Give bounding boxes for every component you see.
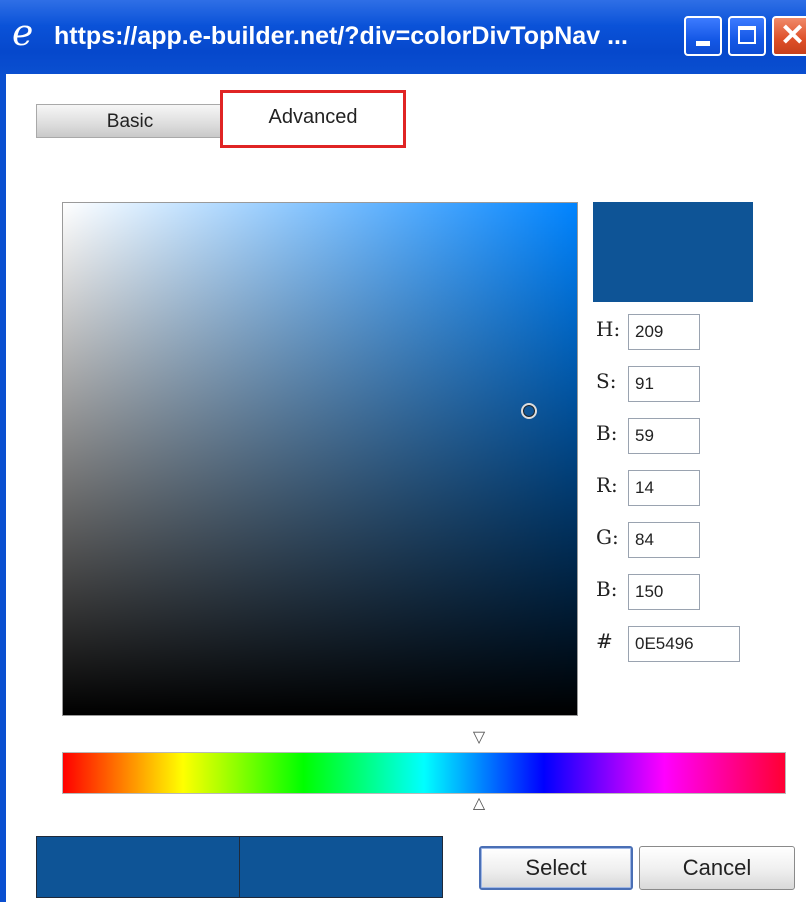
- hue-input[interactable]: [628, 314, 700, 350]
- maximize-icon: [738, 26, 756, 44]
- title-bar: e https://app.e-builder.net/?div=colorDi…: [0, 0, 806, 74]
- ie-icon: e: [12, 13, 34, 54]
- color-picker-cursor[interactable]: [521, 403, 537, 419]
- hue-slider[interactable]: [62, 752, 786, 794]
- triangle-down-icon[interactable]: ▽: [470, 730, 488, 746]
- hex-input[interactable]: [628, 626, 740, 662]
- window-border: [0, 74, 6, 902]
- green-label: G:: [596, 525, 619, 549]
- tab-basic[interactable]: Basic: [36, 104, 224, 138]
- saturation-brightness-picker[interactable]: [62, 202, 578, 716]
- maximize-button[interactable]: [728, 16, 766, 56]
- brightness-label: B:: [596, 421, 618, 445]
- brightness-input[interactable]: [628, 418, 700, 454]
- color-preview-swatch: [593, 202, 753, 302]
- blue-input[interactable]: [628, 574, 700, 610]
- red-input[interactable]: [628, 470, 700, 506]
- blue-label: B:: [596, 577, 618, 601]
- hex-label: #: [596, 629, 613, 653]
- select-button[interactable]: Select: [479, 846, 633, 890]
- original-color-swatch[interactable]: [36, 836, 240, 898]
- tab-advanced[interactable]: Advanced: [220, 90, 406, 148]
- saturation-input[interactable]: [628, 366, 700, 402]
- close-button[interactable]: ✕: [772, 16, 806, 56]
- new-color-swatch: [239, 836, 443, 898]
- close-icon: ✕: [780, 19, 806, 52]
- minimize-icon: [696, 41, 710, 46]
- hue-label: H:: [596, 317, 621, 341]
- minimize-button[interactable]: [684, 16, 722, 56]
- saturation-label: S:: [596, 369, 617, 393]
- cancel-button[interactable]: Cancel: [639, 846, 795, 890]
- window-title: https://app.e-builder.net/?div=colorDivT…: [54, 22, 628, 50]
- triangle-up-icon[interactable]: △: [470, 796, 488, 812]
- red-label: R:: [596, 473, 618, 497]
- green-input[interactable]: [628, 522, 700, 558]
